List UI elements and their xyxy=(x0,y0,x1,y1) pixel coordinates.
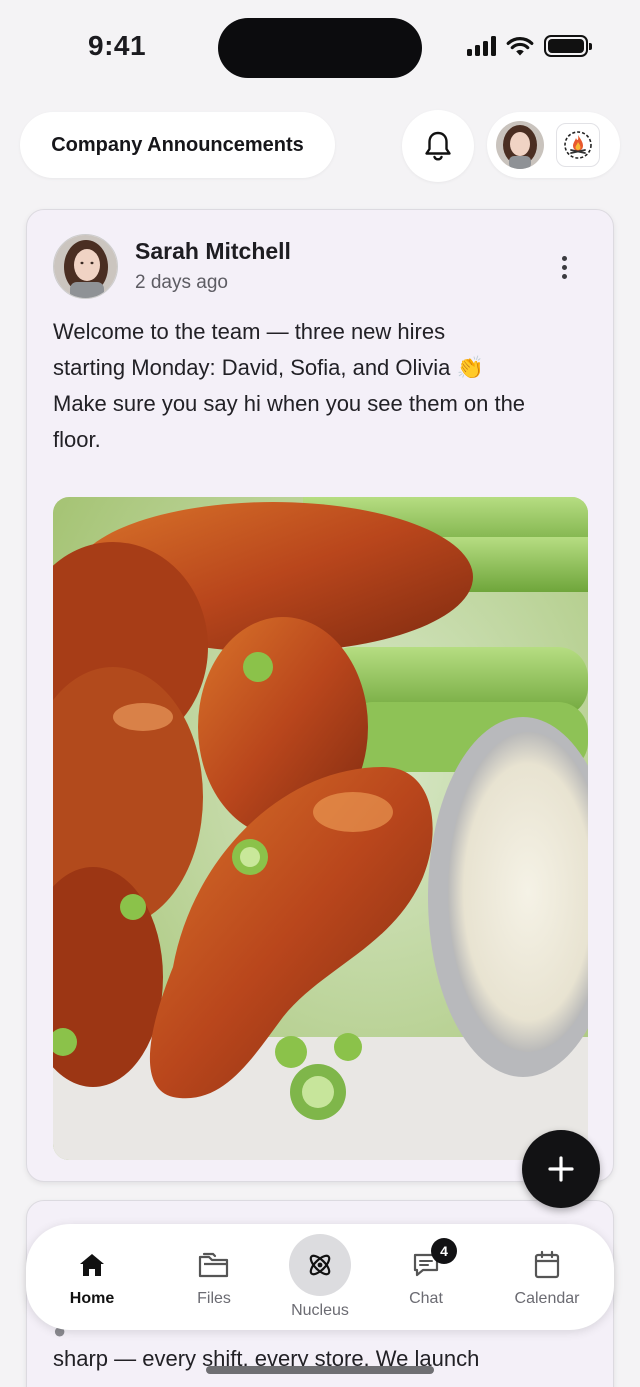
plus-icon xyxy=(548,1156,574,1182)
more-dot-icon xyxy=(561,273,567,279)
nav-item-calendar[interactable]: Calendar xyxy=(504,1224,590,1330)
post-image[interactable] xyxy=(53,497,588,1160)
more-options-button[interactable] xyxy=(551,250,577,284)
post-body-line: floor. xyxy=(53,427,101,452)
profile-switcher[interactable] xyxy=(487,112,620,178)
nav-item-home[interactable]: Home xyxy=(54,1224,130,1330)
nav-label: Calendar xyxy=(514,1290,580,1307)
bell-icon xyxy=(425,131,451,161)
status-bar: 9:41 xyxy=(0,0,640,96)
status-time: 9:41 xyxy=(88,30,147,61)
post-author[interactable]: Sarah Mitchell xyxy=(135,238,291,265)
post-card[interactable]: Sarah Mitchell 2 days ago Welcome to the… xyxy=(26,209,614,1182)
battery-icon xyxy=(544,35,592,57)
post-body: Welcome to the team — three new hires st… xyxy=(53,314,583,458)
nav-item-chat[interactable]: 4 Chat xyxy=(388,1224,464,1330)
new-post-button[interactable] xyxy=(522,1130,600,1208)
nav-label: Home xyxy=(69,1290,115,1307)
channel-title-chip[interactable]: Company Announcements xyxy=(20,112,335,178)
more-dot-icon xyxy=(561,255,567,261)
nav-item-nucleus[interactable] xyxy=(289,1234,351,1296)
wifi-icon xyxy=(506,36,534,55)
home-icon xyxy=(80,1254,104,1276)
nav-label: Files xyxy=(197,1290,231,1307)
folder-icon xyxy=(198,1252,229,1278)
cellular-signal-icon xyxy=(467,36,496,56)
nav-label: Chat xyxy=(409,1290,443,1307)
calendar-icon xyxy=(534,1250,560,1279)
chat-badge: 4 xyxy=(431,1238,457,1264)
home-indicator[interactable] xyxy=(206,1366,434,1374)
avatar[interactable] xyxy=(496,121,544,169)
nav-item-files[interactable]: Files xyxy=(176,1224,252,1330)
author-avatar[interactable] xyxy=(53,234,118,299)
post-body-line: starting Monday: David, Sofia, and Olivi… xyxy=(53,355,484,380)
screen: 9:41 Company Announcements Sarah Mitchel… xyxy=(0,0,640,1387)
atom-icon xyxy=(309,1254,331,1276)
dynamic-island xyxy=(218,18,422,78)
status-icons xyxy=(467,35,592,57)
more-dot-icon xyxy=(561,264,567,270)
post-timestamp: 2 days ago xyxy=(135,272,228,293)
campfire-icon[interactable] xyxy=(556,123,600,167)
notifications-button[interactable] xyxy=(402,110,474,182)
nav-label: Nucleus xyxy=(291,1302,349,1319)
channel-title: Company Announcements xyxy=(51,133,304,156)
post-body-line: Make sure you say hi when you see them o… xyxy=(53,391,526,416)
bottom-nav: Home Files Nucleus 4 Chat Calendar xyxy=(26,1224,614,1330)
post-body-line: Welcome to the team — three new hires xyxy=(53,319,446,344)
